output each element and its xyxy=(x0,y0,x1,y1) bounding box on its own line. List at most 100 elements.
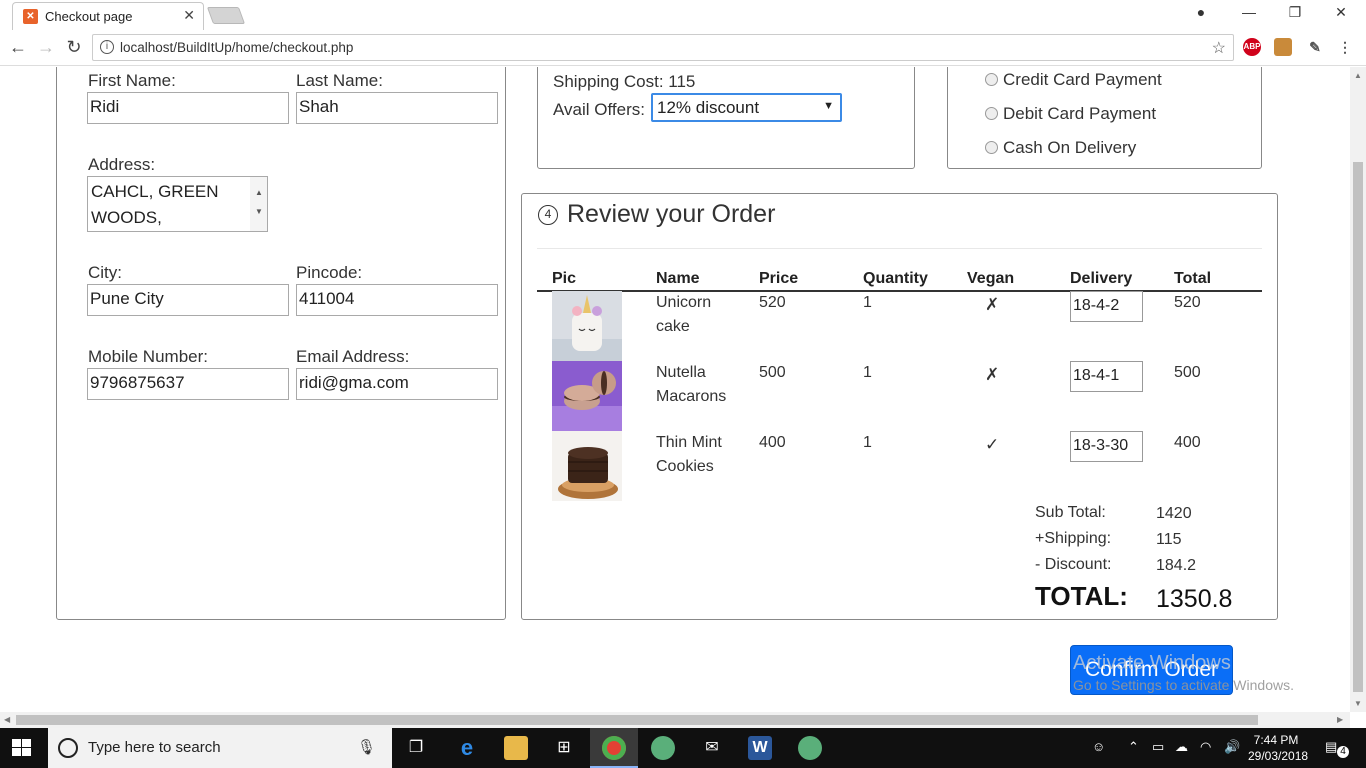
extension-face-icon[interactable] xyxy=(1274,38,1292,56)
row-3-delivery-field[interactable]: 18-3-30 xyxy=(1070,431,1143,462)
volume-icon[interactable]: 🔊 xyxy=(1224,739,1240,755)
reload-icon[interactable]: ↻ xyxy=(62,37,86,58)
close-window-button[interactable]: ✕ xyxy=(1326,4,1356,21)
vertical-scrollbar[interactable]: ▲ ▼ xyxy=(1350,67,1366,712)
row-2-price: 500 xyxy=(759,364,786,381)
review-panel xyxy=(521,193,1278,620)
word-icon[interactable]: W xyxy=(748,736,772,760)
mail-icon[interactable]: ✉ xyxy=(700,736,724,760)
cod-label: Cash On Delivery xyxy=(1003,138,1137,157)
row-1-delivery-field[interactable]: 18-4-2 xyxy=(1070,291,1143,322)
edge-icon[interactable]: e xyxy=(455,736,479,760)
textarea-scrollbar[interactable]: ▲ ▼ xyxy=(250,177,267,231)
minimize-button[interactable]: — xyxy=(1234,4,1264,20)
row-2-name-line-1: Nutella xyxy=(656,364,706,381)
col-quantity: Quantity xyxy=(863,270,928,287)
credit-card-radio[interactable] xyxy=(985,73,998,86)
col-delivery: Delivery xyxy=(1070,270,1133,287)
bookmark-star-icon[interactable]: ☆ xyxy=(1212,38,1226,58)
credit-card-label: Credit Card Payment xyxy=(1003,70,1162,89)
mobile-field[interactable]: 9796875637 xyxy=(87,368,289,400)
shipping-value: 115 xyxy=(1156,531,1182,548)
task-view-icon[interactable]: ❐ xyxy=(404,736,428,760)
row-1-price: 520 xyxy=(759,294,786,311)
onedrive-icon[interactable]: ☁ xyxy=(1175,739,1188,755)
dropdown-caret-icon: ▼ xyxy=(823,100,834,112)
col-price: Price xyxy=(759,270,799,287)
file-explorer-icon[interactable] xyxy=(504,736,528,760)
tab-title: Checkout page xyxy=(45,9,133,24)
horizontal-scrollbar[interactable]: ◀ ▶ xyxy=(0,712,1350,728)
store-icon[interactable]: ⊞ xyxy=(552,736,576,760)
wifi-icon[interactable]: ◠ xyxy=(1200,739,1211,755)
restore-button[interactable]: ❐ xyxy=(1280,4,1310,21)
address-textarea[interactable]: CAHCL, GREEN WOODS, ▲ ▼ xyxy=(87,176,268,232)
activate-windows-watermark: Activate Windows xyxy=(1073,652,1231,674)
taskbar-search-box[interactable]: Type here to search 🎙 xyxy=(48,728,392,768)
col-pic: Pic xyxy=(552,270,577,287)
email-field[interactable]: ridi@gma.com xyxy=(296,368,498,400)
forward-arrow-icon[interactable]: → xyxy=(34,37,58,58)
action-center-icon[interactable]: ▤ xyxy=(1325,739,1337,755)
adblock-plus-icon[interactable]: ABP xyxy=(1243,38,1261,56)
first-name-label: First Name: xyxy=(88,71,176,90)
discount-value: 184.2 xyxy=(1156,557,1197,574)
mobile-label: Mobile Number: xyxy=(88,347,208,366)
col-name: Name xyxy=(656,270,700,287)
shipping-cost-text: Shipping Cost: 115 xyxy=(553,72,696,91)
menu-dots-icon[interactable]: ⋮ xyxy=(1336,38,1354,56)
offers-select[interactable]: 12% discount ▼ xyxy=(651,93,842,122)
checkout-page: First Name: Ridi Last Name: Shah Address… xyxy=(0,67,1350,712)
row-1-quantity: 1 xyxy=(863,294,872,311)
windows-start-icon[interactable] xyxy=(12,739,32,757)
horizontal-scroll-thumb[interactable] xyxy=(16,715,1258,725)
microphone-icon[interactable]: 🎙 xyxy=(357,738,376,756)
new-tab-button[interactable] xyxy=(206,7,246,24)
col-vegan: Vegan xyxy=(967,270,1015,287)
debit-card-radio[interactable] xyxy=(985,107,998,120)
step-number: 4 xyxy=(538,205,558,225)
scroll-down-arrow-icon[interactable]: ▼ xyxy=(1354,699,1362,708)
profile-icon[interactable]: ● xyxy=(1186,4,1216,20)
activate-windows-subtext: Go to Settings to activate Windows. xyxy=(1073,677,1294,693)
row-2-delivery-field[interactable]: 18-4-1 xyxy=(1070,361,1143,392)
atom-icon-2[interactable] xyxy=(798,736,822,760)
discount-label: - Discount: xyxy=(1035,556,1112,573)
row-1-total: 520 xyxy=(1174,294,1201,311)
row-3-quantity: 1 xyxy=(863,434,872,451)
atom-icon[interactable] xyxy=(651,736,675,760)
scroll-up-arrow-icon[interactable]: ▲ xyxy=(1354,71,1362,80)
subtotal-label: Sub Total: xyxy=(1035,504,1106,521)
city-field[interactable]: Pune City xyxy=(87,284,289,316)
battery-icon[interactable]: ▭ xyxy=(1152,739,1164,755)
tab-close-icon[interactable]: ✕ xyxy=(183,7,195,24)
first-name-field[interactable]: Ridi xyxy=(87,92,289,124)
eyedropper-icon[interactable]: ✎ xyxy=(1306,38,1324,56)
unicorn-cake-image xyxy=(552,291,622,361)
debit-card-label: Debit Card Payment xyxy=(1003,104,1157,123)
back-arrow-icon[interactable]: ← xyxy=(6,37,30,58)
row-3-vegan: ✓ xyxy=(985,435,1000,454)
pincode-field[interactable]: 411004 xyxy=(296,284,498,316)
vertical-scroll-thumb[interactable] xyxy=(1353,162,1363,692)
people-icon[interactable]: ☺ xyxy=(1092,739,1105,754)
windows-taskbar: Type here to search 🎙 ❐ e ⊞ ✉ W ☺ ⌃ ▭ ☁ … xyxy=(0,728,1366,768)
address-bar[interactable]: i localhost/BuildItUp/home/checkout.php … xyxy=(92,34,1234,61)
last-name-field[interactable]: Shah xyxy=(296,92,498,124)
chrome-icon[interactable] xyxy=(602,736,626,760)
browser-tab[interactable]: ✕ Checkout page ✕ xyxy=(12,2,204,30)
nutella-macarons-image xyxy=(552,361,622,431)
review-divider xyxy=(537,248,1262,249)
shipping-label: +Shipping: xyxy=(1035,530,1112,547)
scroll-down-icon[interactable]: ▼ xyxy=(255,199,263,225)
tray-chevron-icon[interactable]: ⌃ xyxy=(1128,739,1139,755)
offers-label: Avail Offers: xyxy=(553,100,645,119)
scroll-left-arrow-icon[interactable]: ◀ xyxy=(4,715,10,724)
scroll-right-arrow-icon[interactable]: ▶ xyxy=(1337,715,1343,724)
row-2-vegan: ✗ xyxy=(985,365,1000,384)
info-icon[interactable]: i xyxy=(100,40,114,54)
taskbar-clock[interactable]: 7:44 PM 29/03/2018 xyxy=(1248,732,1308,764)
cod-radio[interactable] xyxy=(985,141,998,154)
browser-toolbar: ← → ↻ i localhost/BuildItUp/home/checkou… xyxy=(0,30,1366,66)
xampp-favicon-icon: ✕ xyxy=(23,9,38,24)
